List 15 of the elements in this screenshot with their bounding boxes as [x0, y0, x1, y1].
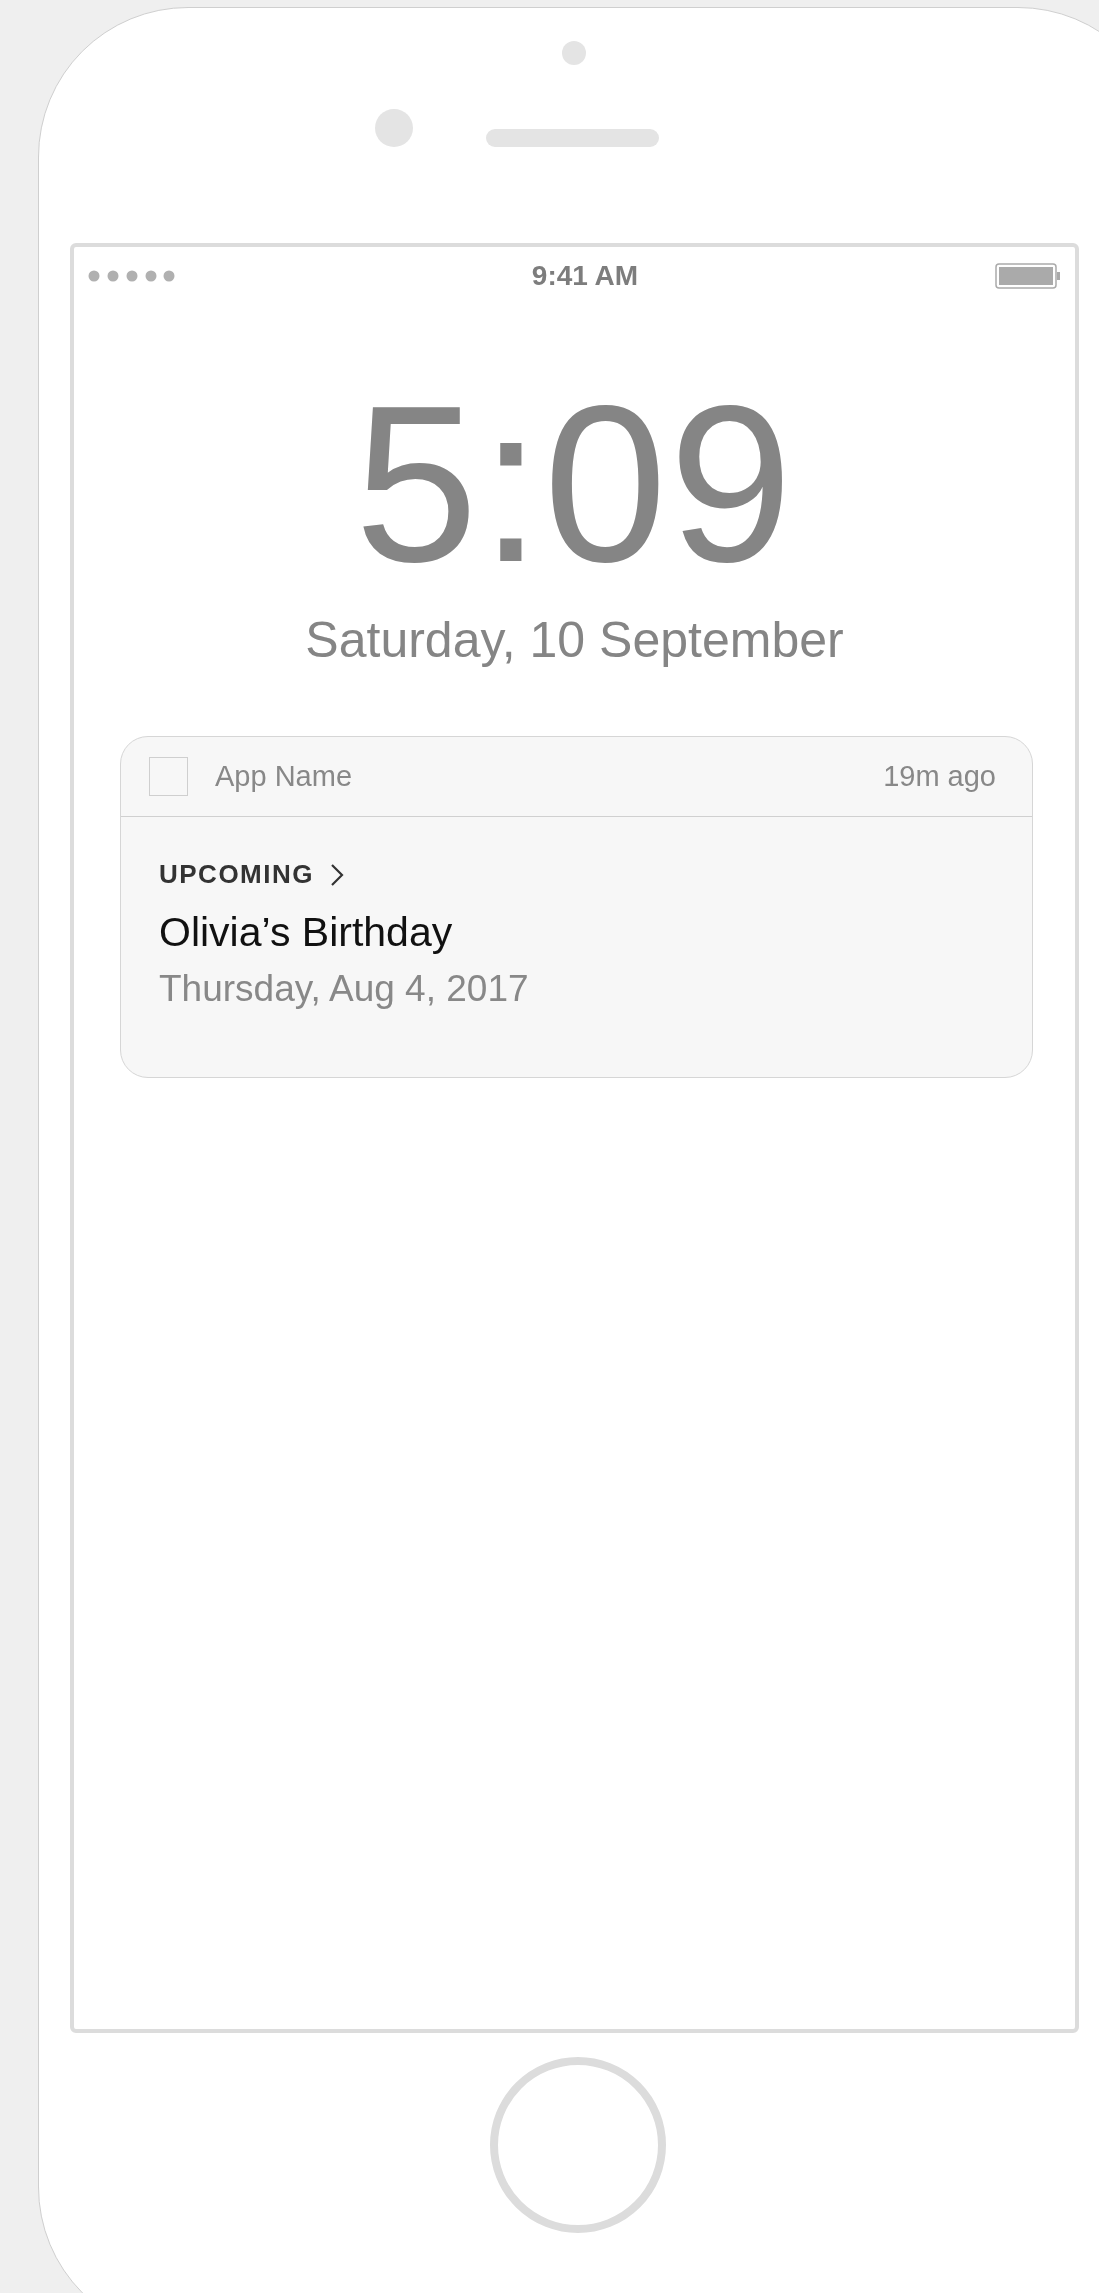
status-time: 9:41 AM [531, 259, 639, 293]
signal-icon [88, 270, 175, 282]
notification-card[interactable]: App Name 19m ago UPCOMING Olivia’s Birthday Thursday, Aug 4, 2017 [120, 736, 1033, 1078]
notification-time: 19m ago [883, 758, 996, 794]
battery-icon [995, 263, 1061, 289]
event-title: Olivia’s Birthday [159, 908, 453, 957]
lock-date: Saturday, 10 September [305, 611, 844, 670]
lock-clock: 5:09 [353, 373, 796, 595]
chevron-right-icon [330, 862, 344, 887]
front-camera-icon [375, 109, 413, 147]
camera-icon [562, 41, 586, 65]
event-date: Thursday, Aug 4, 2017 [159, 967, 529, 1012]
app-name: App Name [215, 758, 352, 794]
app-icon [149, 757, 188, 796]
notification-category: UPCOMING [159, 858, 314, 891]
